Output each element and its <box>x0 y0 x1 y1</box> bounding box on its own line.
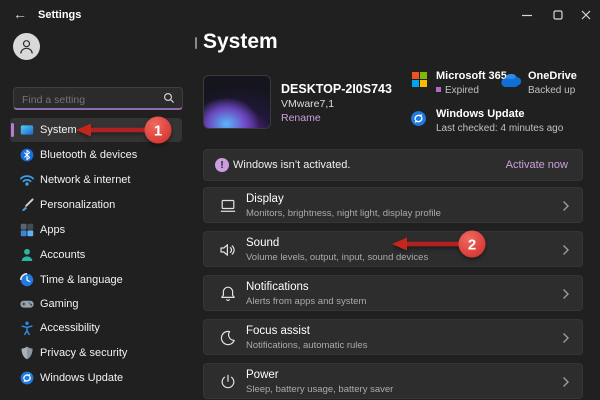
windows-update-status-icon <box>410 110 427 132</box>
sidebar-item-personalization[interactable]: Personalization <box>10 193 182 217</box>
row-subtitle: Alerts from apps and system <box>246 296 367 307</box>
user-icon <box>20 40 33 54</box>
sidebar-item-label: Network & internet <box>40 174 131 186</box>
accounts-icon <box>19 247 35 263</box>
sidebar-item-gaming[interactable]: Gaming <box>10 292 182 316</box>
sidebar-item-system[interactable]: System <box>10 118 182 142</box>
row-focus-assist[interactable]: Focus assist Notifications, automatic ru… <box>203 319 583 355</box>
sidebar-item-label: Gaming <box>40 298 79 310</box>
onedrive-status: Backed up <box>528 85 576 96</box>
activate-now-link[interactable]: Activate now <box>506 159 568 171</box>
notifications-icon <box>218 284 238 304</box>
maximize-button[interactable] <box>544 5 572 25</box>
sidebar-item-time-language[interactable]: Time & language <box>10 268 182 292</box>
warning-icon: ! <box>215 158 229 172</box>
row-notifications[interactable]: Notifications Alerts from apps and syste… <box>203 275 583 311</box>
row-title: Display <box>246 193 284 205</box>
app-title: Settings <box>38 9 82 21</box>
microsoft-365-icon <box>412 72 427 92</box>
search-box[interactable] <box>13 87 183 110</box>
selection-indicator <box>10 123 14 137</box>
device-thumbnail <box>203 75 271 129</box>
title-bar: ← Settings <box>0 0 600 30</box>
minimize-icon <box>522 14 532 17</box>
chevron-right-icon <box>563 333 569 343</box>
row-subtitle: Notifications, automatic rules <box>246 340 368 351</box>
chevron-right-icon <box>563 377 569 387</box>
chevron-right-icon <box>563 201 569 211</box>
rename-link[interactable]: Rename <box>281 112 321 124</box>
row-power[interactable]: Power Sleep, battery usage, battery save… <box>203 363 583 399</box>
onedrive-icon <box>500 73 522 93</box>
privacy-security-icon <box>19 345 35 361</box>
sidebar-item-accounts[interactable]: Accounts <box>10 243 182 267</box>
sidebar-item-label: Privacy & security <box>40 347 128 359</box>
windows-update-icon <box>19 370 35 386</box>
activation-banner: ! Windows isn’t activated. Activate now <box>203 149 583 181</box>
sidebar-item-label: Accounts <box>40 249 86 261</box>
ms365-status: Expired <box>436 85 479 96</box>
sidebar-item-bluetooth-devices[interactable]: Bluetooth & devices <box>10 143 182 167</box>
sidebar-item-privacy-security[interactable]: Privacy & security <box>10 341 182 365</box>
bluetooth-icon <box>19 147 35 163</box>
focus-assist-icon <box>218 328 238 348</box>
ms365-title: Microsoft 365 <box>436 70 507 82</box>
close-button[interactable] <box>572 5 600 25</box>
search-icon <box>163 92 175 104</box>
row-subtitle: Sleep, battery usage, battery saver <box>246 384 394 395</box>
sidebar-item-windows-update[interactable]: Windows Update <box>10 366 182 390</box>
back-icon[interactable]: ← <box>13 6 27 22</box>
row-title: Notifications <box>246 281 309 293</box>
sidebar-item-accessibility[interactable]: Accessibility <box>10 316 182 340</box>
accessibility-icon <box>19 320 35 336</box>
personalization-icon <box>19 197 35 213</box>
sidebar-item-label: Bluetooth & devices <box>40 149 138 161</box>
sidebar-item-label: System <box>40 124 77 136</box>
row-subtitle: Volume levels, output, input, sound devi… <box>246 252 429 263</box>
row-title: Sound <box>246 237 280 249</box>
display-icon <box>218 196 238 216</box>
power-icon <box>218 372 238 392</box>
gaming-icon <box>19 296 35 312</box>
update-title: Windows Update <box>436 108 525 120</box>
search-input[interactable] <box>20 90 159 109</box>
sidebar-scrollbar[interactable] <box>195 37 197 49</box>
network-icon <box>19 172 35 188</box>
sidebar-item-apps[interactable]: Apps <box>10 218 182 242</box>
sound-icon <box>218 240 238 260</box>
row-title: Focus assist <box>246 325 310 337</box>
row-title: Power <box>246 369 279 381</box>
activation-message: Windows isn’t activated. <box>233 159 351 171</box>
chevron-right-icon <box>563 289 569 299</box>
minimize-button[interactable] <box>513 5 541 25</box>
ms365-status-text: Expired <box>445 85 479 96</box>
sidebar-item-label: Accessibility <box>40 322 100 334</box>
system-icon <box>19 122 35 138</box>
apps-icon <box>19 222 35 238</box>
row-sound[interactable]: Sound Volume levels, output, input, soun… <box>203 231 583 267</box>
status-bullet <box>436 87 441 92</box>
device-name: DESKTOP-2I0S743 <box>281 82 392 96</box>
row-subtitle: Monitors, brightness, night light, displ… <box>246 208 441 219</box>
device-model: VMware7,1 <box>281 98 335 110</box>
sidebar-item-label: Time & language <box>40 274 123 286</box>
onedrive-title: OneDrive <box>528 70 577 82</box>
update-status: Last checked: 4 minutes ago <box>436 123 564 134</box>
sidebar-item-label: Apps <box>40 224 66 236</box>
page-title: System <box>203 30 278 53</box>
settings-window: ← Settings Find a setting System Bluetoo… <box>0 0 600 400</box>
sidebar-item-label: Windows Update <box>40 372 124 384</box>
close-icon <box>581 10 591 20</box>
row-display[interactable]: Display Monitors, brightness, night ligh… <box>203 187 583 223</box>
time-language-icon <box>19 272 35 288</box>
sidebar-item-network-internet[interactable]: Network & internet <box>10 168 182 192</box>
sidebar-item-label: Personalization <box>40 199 116 211</box>
avatar[interactable] <box>13 33 40 60</box>
chevron-right-icon <box>563 245 569 255</box>
maximize-icon <box>553 10 563 20</box>
